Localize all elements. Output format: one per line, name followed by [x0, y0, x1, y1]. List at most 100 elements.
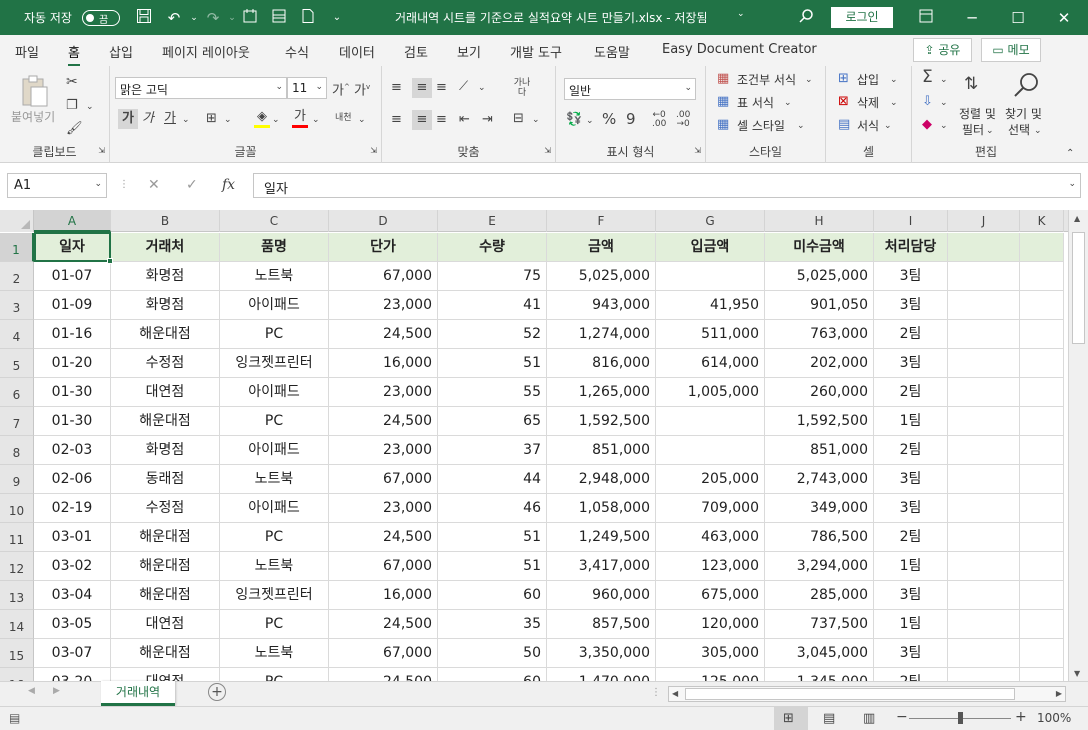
- table-cell[interactable]: 51: [438, 523, 547, 552]
- table-cell[interactable]: 대연점: [111, 610, 220, 639]
- table-cell[interactable]: [948, 668, 1020, 681]
- table-cell[interactable]: 노트북: [220, 552, 329, 581]
- table-cell[interactable]: 3,294,000: [765, 552, 874, 581]
- table-cell[interactable]: 349,000: [765, 494, 874, 523]
- table-cell[interactable]: [1020, 639, 1064, 668]
- table-cell[interactable]: 120,000: [656, 610, 765, 639]
- table-cell[interactable]: 24,500: [329, 610, 438, 639]
- scroll-down-icon[interactable]: ▼: [1074, 669, 1080, 678]
- undo-icon[interactable]: ↶: [164, 8, 184, 28]
- table-cell[interactable]: [656, 407, 765, 436]
- table-cell[interactable]: 03-07: [34, 639, 111, 668]
- cut-icon[interactable]: ✂: [66, 74, 78, 90]
- copy-dropdown-icon[interactable]: ⌄: [86, 99, 94, 115]
- table-cell[interactable]: 55: [438, 378, 547, 407]
- scroll-left-icon[interactable]: ◀: [672, 689, 678, 698]
- table-cell[interactable]: 16,000: [329, 349, 438, 378]
- row-header[interactable]: 13: [0, 581, 34, 610]
- maximize-icon[interactable]: ☐: [1008, 8, 1028, 28]
- table-cell[interactable]: 노트북: [220, 262, 329, 291]
- tab-help[interactable]: 도움말: [594, 42, 630, 61]
- column-header[interactable]: H: [765, 210, 874, 232]
- table-cell[interactable]: 대연점: [111, 668, 220, 681]
- table-cell[interactable]: 65: [438, 407, 547, 436]
- table-cell[interactable]: 1,592,500: [765, 407, 874, 436]
- table-cell[interactable]: 수정점: [111, 349, 220, 378]
- row-header[interactable]: 8: [0, 436, 34, 465]
- table-cell[interactable]: PC: [220, 523, 329, 552]
- row-header[interactable]: 4: [0, 320, 34, 349]
- table-cell[interactable]: 1,265,000: [547, 378, 656, 407]
- table-cell[interactable]: 37: [438, 436, 547, 465]
- table-cell[interactable]: 44: [438, 465, 547, 494]
- bold-button[interactable]: 가: [118, 109, 138, 129]
- underline-dropdown-icon[interactable]: ⌄: [182, 112, 190, 128]
- table-cell[interactable]: 3,417,000: [547, 552, 656, 581]
- find-select-label-1[interactable]: 찾기 및: [1005, 105, 1042, 122]
- table-cell[interactable]: 3팀: [874, 465, 948, 494]
- autosave-toggle[interactable]: 끔: [82, 10, 120, 26]
- tab-review[interactable]: 검토: [404, 42, 428, 61]
- align-left-icon[interactable]: ≡: [391, 112, 402, 128]
- accounting-format-icon[interactable]: 💱: [566, 112, 582, 128]
- table-cell[interactable]: 305,000: [656, 639, 765, 668]
- formula-input[interactable]: 일자 ⌄: [253, 173, 1081, 198]
- table-cell[interactable]: 1,005,000: [656, 378, 765, 407]
- table-cell[interactable]: 285,000: [765, 581, 874, 610]
- table-cell[interactable]: 46: [438, 494, 547, 523]
- find-select-icon[interactable]: [1012, 71, 1040, 104]
- sort-filter-label-2[interactable]: 필터: [962, 121, 984, 138]
- table-cell[interactable]: 2,743,000: [765, 465, 874, 494]
- table-cell[interactable]: 1팀: [874, 610, 948, 639]
- table-cell[interactable]: 거래처: [111, 233, 220, 262]
- name-box[interactable]: A1 ⌄: [7, 173, 107, 198]
- table-cell[interactable]: [948, 610, 1020, 639]
- chevron-down-icon[interactable]: ⌄: [1034, 123, 1042, 139]
- table-cell[interactable]: [948, 407, 1020, 436]
- table-cell[interactable]: 51: [438, 552, 547, 581]
- table-cell[interactable]: 화명점: [111, 262, 220, 291]
- table-cell[interactable]: 해운대점: [111, 552, 220, 581]
- table-cell[interactable]: 아이패드: [220, 494, 329, 523]
- zoom-out-icon[interactable]: −: [896, 709, 908, 725]
- column-header[interactable]: D: [329, 210, 438, 232]
- zoom-slider-thumb[interactable]: [958, 712, 963, 724]
- table-cell[interactable]: 01-20: [34, 349, 111, 378]
- table-cell[interactable]: [948, 639, 1020, 668]
- table-cell[interactable]: 화명점: [111, 291, 220, 320]
- table-cell[interactable]: 1팀: [874, 552, 948, 581]
- clear-dropdown-icon[interactable]: ⌄: [940, 118, 948, 134]
- table-cell[interactable]: 아이패드: [220, 436, 329, 465]
- table-cell[interactable]: [1020, 262, 1064, 291]
- column-header[interactable]: G: [656, 210, 765, 232]
- table-cell[interactable]: 3,045,000: [765, 639, 874, 668]
- table-cell[interactable]: 금액: [547, 233, 656, 262]
- number-format-select[interactable]: 일반 ⌄: [564, 78, 696, 100]
- column-header[interactable]: E: [438, 210, 547, 232]
- sort-filter-label-1[interactable]: 정렬 및: [959, 105, 996, 122]
- table-cell[interactable]: 851,000: [547, 436, 656, 465]
- table-cell[interactable]: 737,500: [765, 610, 874, 639]
- table-cell[interactable]: 943,000: [547, 291, 656, 320]
- clear-icon[interactable]: ◆: [922, 117, 932, 133]
- row-header[interactable]: 9: [0, 465, 34, 494]
- fill-color-icon[interactable]: ◈: [254, 109, 270, 128]
- format-painter-icon[interactable]: 🖌: [66, 121, 83, 137]
- table-cell[interactable]: 60: [438, 581, 547, 610]
- orientation-icon[interactable]: ⟋: [459, 79, 468, 95]
- table-cell[interactable]: 아이패드: [220, 291, 329, 320]
- share-button[interactable]: ⇪ 공유: [913, 38, 972, 62]
- table-cell[interactable]: 463,000: [656, 523, 765, 552]
- table-cell[interactable]: 수정점: [111, 494, 220, 523]
- minimize-icon[interactable]: ─: [962, 8, 982, 28]
- table-cell[interactable]: 단가: [329, 233, 438, 262]
- row-header[interactable]: 14: [0, 610, 34, 639]
- table-cell[interactable]: 3팀: [874, 581, 948, 610]
- table-cell[interactable]: 동래점: [111, 465, 220, 494]
- percent-icon[interactable]: %: [602, 111, 616, 127]
- search-icon[interactable]: [796, 8, 816, 28]
- insert-cells-icon[interactable]: ⊞: [838, 71, 849, 87]
- merge-center-icon[interactable]: ⊟: [513, 111, 524, 127]
- table-cell[interactable]: 노트북: [220, 639, 329, 668]
- fill-color-dropdown-icon[interactable]: ⌄: [272, 112, 280, 128]
